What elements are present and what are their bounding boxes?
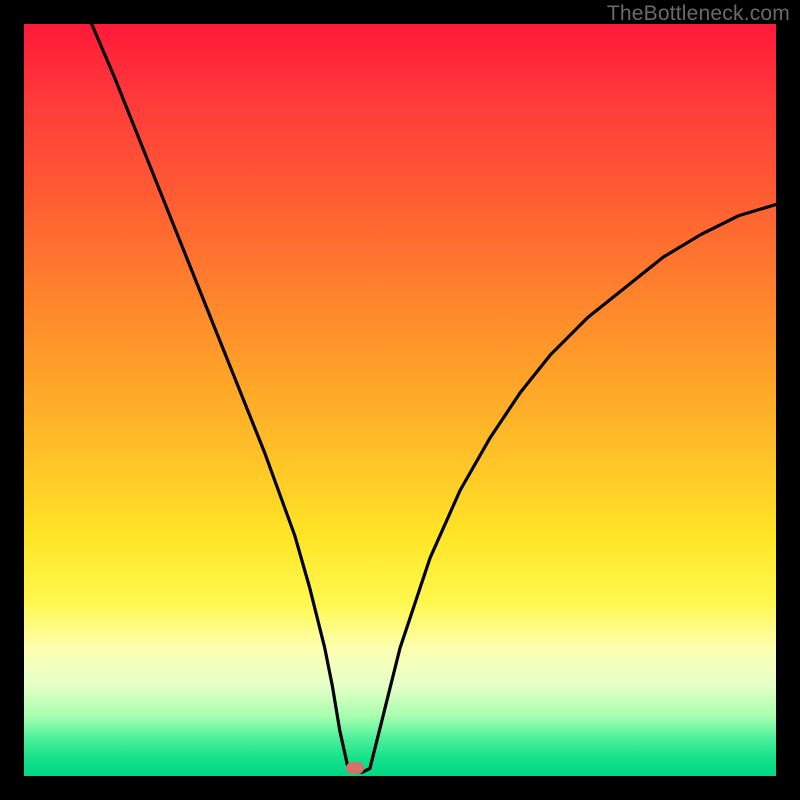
bottleneck-curve [24,24,776,776]
watermark-text: TheBottleneck.com [607,2,790,26]
plot-area [24,24,776,776]
chart-frame: TheBottleneck.com [0,0,800,800]
minimum-marker [346,762,364,774]
